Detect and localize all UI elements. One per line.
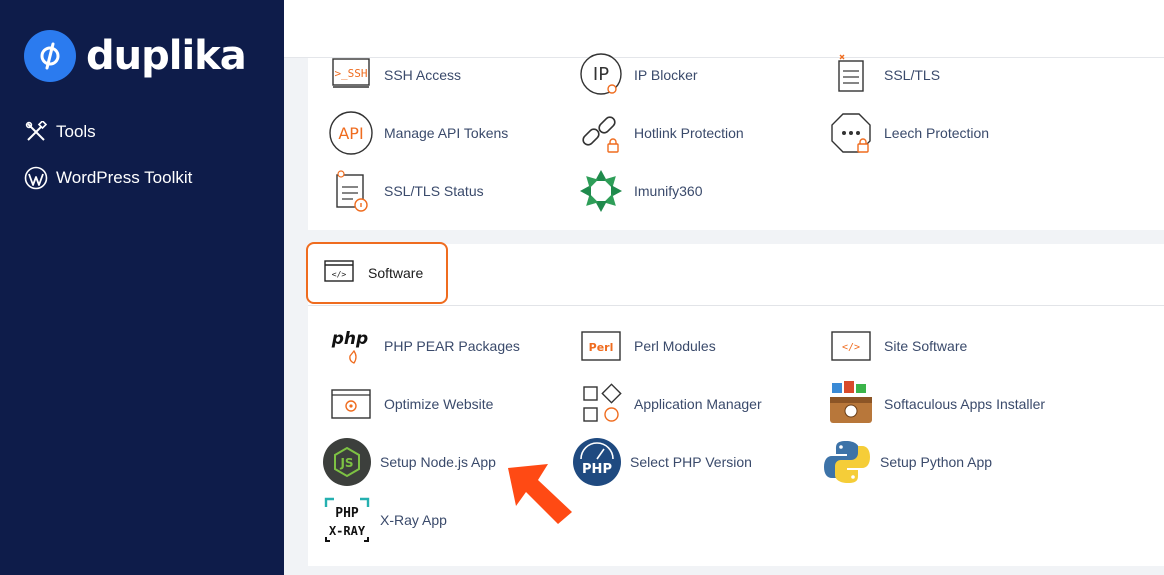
nodejs-icon: JS xyxy=(322,437,372,487)
svg-text:X-RAY: X-RAY xyxy=(329,524,366,538)
security-item-imunify360[interactable]: Imunify360 xyxy=(576,166,702,216)
ssh-access-label: SSH Access xyxy=(384,67,462,83)
software-section-title: Software xyxy=(368,265,424,281)
imunify360-icon xyxy=(576,166,626,216)
ssh-terminal-icon: >_SSH xyxy=(326,50,376,100)
svg-text:</>: </> xyxy=(842,342,860,353)
setup-nodejs-app-label: Setup Node.js App xyxy=(380,454,496,470)
svg-text:Perl: Perl xyxy=(589,341,614,354)
perl-icon: Perl xyxy=(576,321,626,371)
security-panel: >_SSH SSH Access IP IP Blocker SSL/TLS A… xyxy=(308,53,1164,230)
security-item-ssl-tls[interactable]: SSL/TLS xyxy=(826,50,940,100)
site-software-icon: </> xyxy=(826,321,876,371)
sidebar-item-tools[interactable]: Tools xyxy=(24,120,96,144)
security-item-leech-protection[interactable]: Leech Protection xyxy=(826,108,989,158)
php-pear-packages-label: PHP PEAR Packages xyxy=(384,338,520,354)
svg-text:PHP: PHP xyxy=(335,506,359,521)
python-icon xyxy=(822,437,872,487)
ssl-tls-label: SSL/TLS xyxy=(884,67,941,83)
ssl-certificate-icon xyxy=(826,50,876,100)
api-tokens-icon: API xyxy=(326,108,376,158)
wordpress-icon xyxy=(24,166,48,190)
software-section-toggle[interactable]: </> Software xyxy=(306,242,448,304)
code-window-icon: </> xyxy=(324,259,354,287)
ssl-status-icon xyxy=(326,166,376,216)
imunify360-label: Imunify360 xyxy=(634,183,703,199)
software-item-setup-nodejs-app[interactable]: JS Setup Node.js App xyxy=(322,437,496,487)
sidebar-item-label: WordPress Toolkit xyxy=(56,168,193,187)
security-item-ssh-access[interactable]: >_SSH SSH Access xyxy=(326,50,461,100)
software-item-xray-app[interactable]: PHP X-RAY X-Ray App xyxy=(322,495,447,545)
perl-modules-label: Perl Modules xyxy=(634,338,716,354)
application-manager-icon xyxy=(576,379,626,429)
duplika-logo-icon xyxy=(24,30,76,82)
annotation-arrow-icon xyxy=(508,464,572,524)
svg-text:API: API xyxy=(338,124,363,143)
setup-python-app-label: Setup Python App xyxy=(880,454,993,470)
site-software-label: Site Software xyxy=(884,338,968,354)
ssl-tls-status-label: SSL/TLS Status xyxy=(384,183,484,199)
php-pear-icon: php xyxy=(326,321,376,371)
security-item-hotlink-protection[interactable]: Hotlink Protection xyxy=(576,108,744,158)
tools-icon xyxy=(24,120,48,144)
application-manager-label: Application Manager xyxy=(634,396,762,412)
software-item-softaculous[interactable]: Softaculous Apps Installer xyxy=(826,379,1045,429)
software-panel-header: </> Software xyxy=(306,242,1164,306)
sidebar-item-wordpress-toolkit[interactable]: WordPress Toolkit xyxy=(24,166,192,190)
software-item-perl-modules[interactable]: Perl Perl Modules xyxy=(576,321,716,371)
sidebar: duplika Tools WordPress Toolkit xyxy=(0,0,284,575)
select-php-version-label: Select PHP Version xyxy=(630,454,752,470)
optimize-website-icon xyxy=(326,379,376,429)
hotlink-chain-icon xyxy=(576,108,626,158)
xray-app-label: X-Ray App xyxy=(380,512,447,528)
security-item-manage-api-tokens[interactable]: API Manage API Tokens xyxy=(326,108,508,158)
software-item-site-software[interactable]: </> Site Software xyxy=(826,321,967,371)
leech-protection-icon xyxy=(826,108,876,158)
ip-blocker-icon: IP xyxy=(576,50,626,100)
manage-api-tokens-label: Manage API Tokens xyxy=(384,125,509,141)
leech-protection-label: Leech Protection xyxy=(884,125,990,141)
security-item-ip-blocker[interactable]: IP IP Blocker xyxy=(576,50,698,100)
svg-text:JS: JS xyxy=(339,456,353,470)
software-item-setup-python-app[interactable]: Setup Python App xyxy=(822,437,992,487)
softaculous-label: Softaculous Apps Installer xyxy=(884,396,1046,412)
software-item-application-manager[interactable]: Application Manager xyxy=(576,379,762,429)
softaculous-icon xyxy=(826,379,876,429)
main-content: >_SSH SSH Access IP IP Blocker SSL/TLS A… xyxy=(284,0,1164,575)
sidebar-item-label: Tools xyxy=(56,122,96,141)
software-item-select-php-version[interactable]: PHP Select PHP Version xyxy=(572,437,752,487)
xray-icon: PHP X-RAY xyxy=(322,495,372,545)
software-item-php-pear-packages[interactable]: php PHP PEAR Packages xyxy=(326,321,520,371)
hotlink-protection-label: Hotlink Protection xyxy=(634,125,744,141)
optimize-website-label: Optimize Website xyxy=(384,396,494,412)
security-item-ssl-tls-status[interactable]: SSL/TLS Status xyxy=(326,166,484,216)
ip-blocker-label: IP Blocker xyxy=(634,67,698,83)
brand-name: duplika xyxy=(86,33,247,79)
svg-text:</>: </> xyxy=(332,270,347,279)
brand-logo[interactable]: duplika xyxy=(24,30,247,82)
svg-text:>_SSH: >_SSH xyxy=(334,67,367,80)
software-item-optimize-website[interactable]: Optimize Website xyxy=(326,379,493,429)
svg-text:IP: IP xyxy=(593,64,609,85)
svg-text:php: php xyxy=(331,329,368,349)
software-panel: </> Software php PHP PEAR Packages Perl xyxy=(306,242,1164,566)
